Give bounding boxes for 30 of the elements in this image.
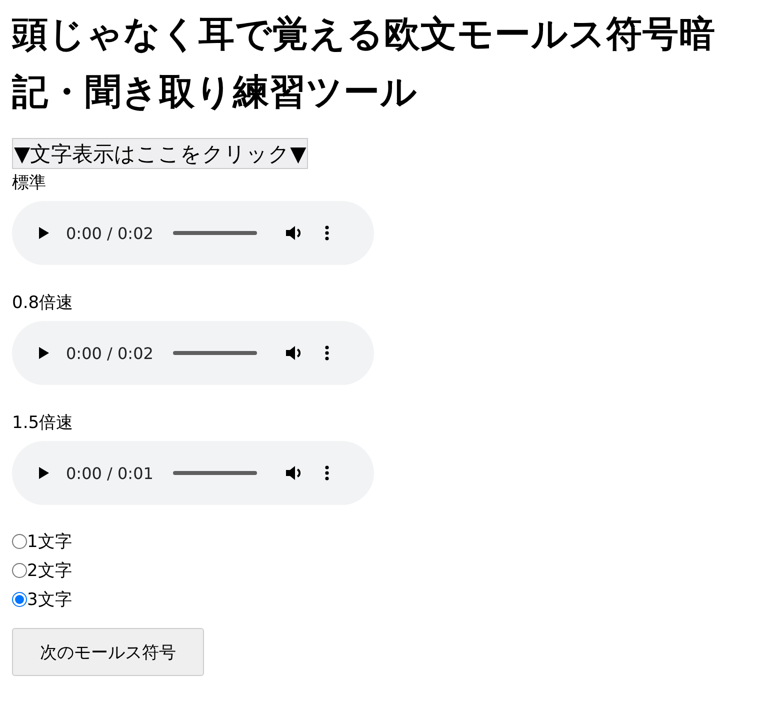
next-button[interactable]: 次のモールス符号: [12, 628, 204, 676]
play-icon[interactable]: [38, 226, 50, 240]
radio-button[interactable]: [12, 563, 27, 578]
volume-icon[interactable]: [285, 465, 304, 481]
progress-track[interactable]: [173, 231, 258, 235]
player-label: 1.5倍速: [12, 412, 74, 435]
progress-track[interactable]: [173, 471, 258, 475]
time-display: 0:00 / 0:02: [66, 224, 154, 242]
player-label: 0.8倍速: [12, 292, 74, 315]
toggle-button[interactable]: ▼文字表示はここをクリック▼: [12, 138, 308, 169]
volume-icon[interactable]: [285, 225, 304, 241]
time-display: 0:00 / 0:01: [66, 464, 154, 482]
audio-player[interactable]: 0:00 / 0:01: [12, 441, 374, 505]
page-title: 頭じゃなく耳で覚える欧文モールス符号暗記・聞き取り練習ツール: [12, 13, 716, 115]
play-icon[interactable]: [38, 466, 50, 480]
volume-icon[interactable]: [285, 345, 304, 361]
audio-player[interactable]: 0:00 / 0:02: [12, 201, 374, 265]
play-icon[interactable]: [38, 346, 50, 360]
radio-button[interactable]: [12, 592, 27, 607]
more-options-icon[interactable]: [325, 465, 330, 481]
progress-track[interactable]: [173, 351, 258, 355]
more-options-icon[interactable]: [325, 225, 330, 241]
time-display: 0:00 / 0:02: [66, 344, 154, 362]
option-label: 1文字: [27, 531, 72, 553]
audio-player[interactable]: 0:00 / 0:02: [12, 321, 374, 385]
more-options-icon[interactable]: [325, 345, 330, 361]
option-label: 2文字: [27, 560, 72, 582]
option-label: 3文字: [27, 589, 72, 611]
radio-button[interactable]: [12, 534, 27, 549]
player-label: 標準: [12, 172, 47, 195]
